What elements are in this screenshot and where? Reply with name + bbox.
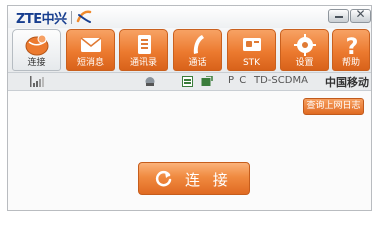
refresh-connect-icon [155, 170, 172, 187]
globe-icon [25, 34, 49, 56]
main-toolbar: 连接 短消息 通讯录 通话 STK 设置 ? 帮助 [8, 28, 371, 72]
signal-strength-icon [30, 76, 44, 87]
tab-call[interactable]: 通话 [173, 29, 222, 71]
svg-text:?: ? [346, 35, 359, 57]
tab-label: 设置 [295, 58, 314, 68]
tab-settings[interactable]: 设置 [280, 29, 329, 71]
data-transfer-icon [182, 76, 193, 87]
tab-phonebook[interactable]: 通讯录 [119, 29, 168, 71]
tab-label: 短消息 [76, 58, 104, 68]
tab-label: 通讯录 [129, 58, 157, 68]
tab-label: 帮助 [341, 58, 360, 68]
close-icon: ✕ [355, 7, 366, 21]
tab-label: STK [242, 58, 261, 68]
title-bar: ZTE中兴 ✕ [8, 6, 371, 28]
connection-mode: P C [228, 75, 248, 86]
tab-connect[interactable]: 连接 [12, 29, 61, 71]
connect-button[interactable]: 连 接 [138, 162, 250, 195]
minimize-icon [335, 16, 343, 18]
phonebook-icon [138, 35, 151, 54]
tab-help[interactable]: ? 帮助 [332, 29, 370, 71]
network-type: TD-SCDMA [254, 75, 308, 86]
sim-card-icon [243, 38, 261, 51]
connect-button-label: 连 接 [185, 171, 232, 189]
zte-logo: ZTE中兴 [16, 9, 92, 27]
envelope-icon [80, 37, 102, 52]
main-panel: 查询上网日志 连 接 [8, 91, 371, 210]
tab-label: 连接 [27, 58, 46, 68]
operator-name: 中国移动 [325, 76, 369, 89]
swirl-logo-icon [76, 10, 91, 23]
phone-icon [193, 35, 204, 54]
network-globe-icon [145, 77, 155, 86]
query-log-button[interactable]: 查询上网日志 [303, 98, 364, 115]
gear-icon [294, 34, 316, 56]
logo-divider [70, 10, 72, 24]
tab-label: 通话 [188, 58, 207, 68]
tab-stk[interactable]: STK [227, 29, 276, 71]
tab-sms[interactable]: 短消息 [66, 29, 115, 71]
status-bar: P C TD-SCDMA 中国移动 [8, 72, 371, 91]
message-status-icon [201, 76, 213, 86]
close-button[interactable]: ✕ [350, 7, 371, 23]
app-window: ZTE中兴 ✕ 连接 短消息 通讯录 通话 STK 设置 ? 帮助 P C TD… [7, 5, 372, 211]
logo-text: ZTE中兴 [16, 11, 67, 27]
question-icon: ? [346, 35, 359, 57]
minimize-button[interactable] [328, 9, 349, 23]
